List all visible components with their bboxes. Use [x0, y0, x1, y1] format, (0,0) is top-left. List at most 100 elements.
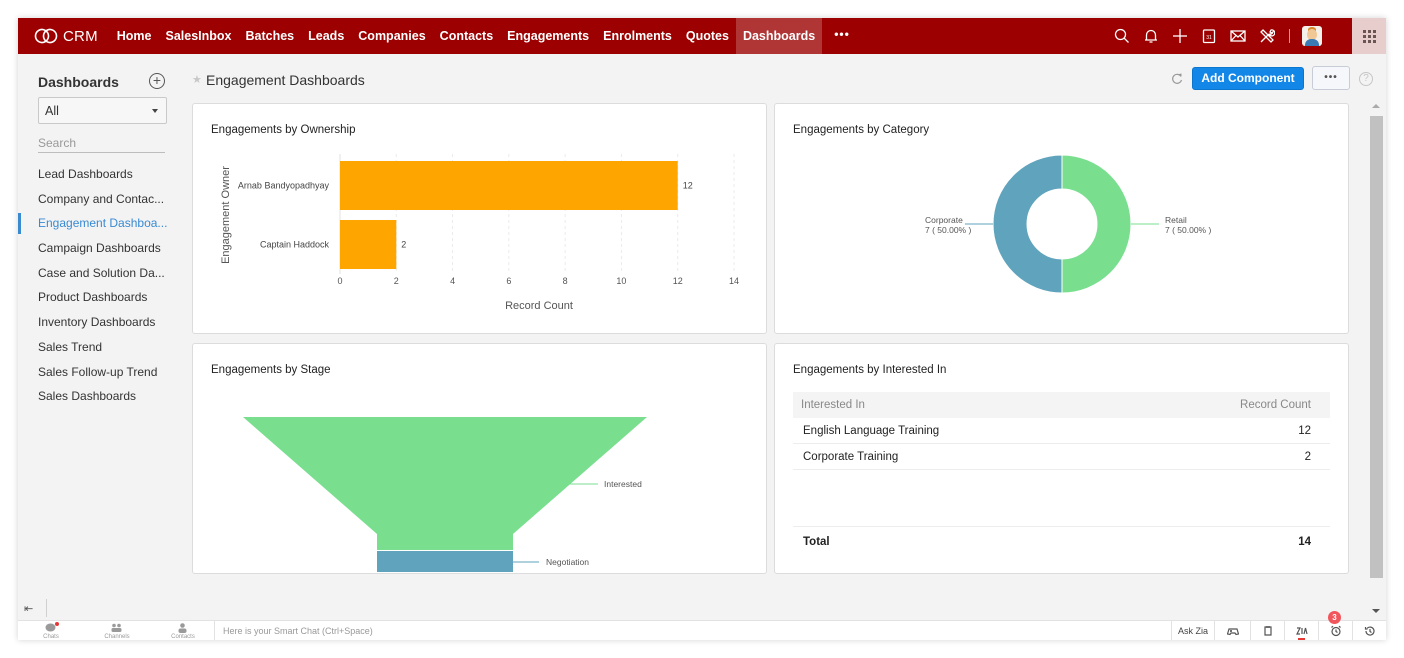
nav-item-quotes[interactable]: Quotes	[679, 18, 736, 54]
nav-item-batches[interactable]: Batches	[239, 18, 302, 54]
zia-button[interactable]	[1284, 621, 1318, 640]
sidebar-item[interactable]: Sales Trend	[18, 335, 178, 360]
tab-label: Channels	[104, 634, 130, 640]
nav-item-salesinbox[interactable]: SalesInbox	[159, 18, 239, 54]
dashboard-search-input[interactable]	[38, 134, 165, 153]
nav-item-dashboards[interactable]: Dashboards	[735, 18, 823, 54]
refresh-icon[interactable]	[1170, 72, 1184, 86]
brand-name: CRM	[63, 27, 98, 45]
sidebar-item[interactable]: Case and Solution Da...	[18, 261, 178, 286]
nav-item-engagements[interactable]: Engagements	[500, 18, 596, 54]
bar[interactable]	[340, 220, 397, 269]
slice-label: Retail	[1165, 215, 1187, 225]
scroll-up-arrow-icon[interactable]	[1372, 104, 1380, 108]
mail-button[interactable]	[1223, 18, 1252, 54]
crm-logo[interactable]: CRM	[18, 18, 110, 54]
note-icon	[1263, 626, 1272, 636]
column-header[interactable]: Interested In	[801, 399, 865, 411]
svg-text:31: 31	[1206, 35, 1212, 41]
divider	[46, 599, 47, 617]
sidebar-item[interactable]: Inventory Dashboards	[18, 310, 178, 335]
nav-item-companies[interactable]: Companies	[351, 18, 432, 54]
sidebar-item[interactable]: Company and Contac...	[18, 187, 178, 212]
tools-icon	[1259, 29, 1275, 43]
add-component-button[interactable]: Add Component	[1192, 67, 1304, 90]
setup-button[interactable]	[1252, 18, 1281, 54]
tab-label: Contacts	[171, 634, 195, 640]
table-row[interactable]: Corporate Training 2	[793, 444, 1330, 470]
cell-record-count: 12	[1298, 424, 1311, 437]
channels-tab[interactable]: Channels	[84, 621, 150, 640]
table-total-row: Total 14	[793, 526, 1330, 552]
nav-item-home[interactable]: Home	[110, 18, 159, 54]
person-icon	[178, 623, 187, 633]
sidebar-item[interactable]: Lead Dashboards	[18, 162, 178, 187]
chats-tab[interactable]: Chats	[18, 621, 84, 640]
more-options-button[interactable]: •••	[1312, 66, 1350, 90]
stage-chart-card: Engagements by Stage Interested Negotiati…	[192, 343, 767, 574]
page-scrollbar[interactable]	[1369, 98, 1383, 618]
crm-window: CRM Home SalesInbox Batches Leads Companies C…	[18, 18, 1386, 640]
bar-value-label: 2	[401, 240, 406, 250]
contacts-tab[interactable]: Contacts	[150, 621, 216, 640]
group-icon	[111, 623, 122, 632]
category-donut-chart: Retail7 ( 50.00% )Corporate7 ( 50.00% )	[925, 154, 1211, 294]
ownership-chart-card: Engagements by Ownership 0 2 4 6 8 10 12 14 Arna…	[192, 103, 767, 334]
calendar-button[interactable]: 31	[1194, 18, 1223, 54]
sidebar-item[interactable]: Campaign Dashboards	[18, 236, 178, 261]
x-tick-label: 6	[506, 276, 511, 286]
add-dashboard-button[interactable]: +	[149, 73, 165, 89]
help-icon[interactable]: ?	[1359, 72, 1373, 86]
sidebar-item[interactable]: Sales Follow-up Trend	[18, 360, 178, 385]
user-avatar[interactable]	[1302, 26, 1322, 46]
bar[interactable]	[340, 161, 678, 210]
scroll-down-arrow-icon[interactable]	[1372, 609, 1380, 613]
x-tick-label: 8	[563, 276, 568, 286]
x-tick-label: 10	[616, 276, 626, 286]
table-row[interactable]: English Language Training 12	[793, 418, 1330, 444]
nav-item-enrolments[interactable]: Enrolments	[596, 18, 679, 54]
gamepad-icon	[1226, 628, 1239, 636]
donut-slice[interactable]	[1061, 154, 1132, 294]
favorite-star-icon[interactable]: ★	[192, 73, 202, 86]
y-category-label: Captain Haddock	[260, 240, 330, 250]
plus-icon	[1172, 29, 1187, 43]
zia-indicator	[1298, 638, 1305, 640]
total-value: 14	[1298, 535, 1311, 548]
sidebar-title: Dashboards	[38, 74, 119, 90]
cell-interested-in: Corporate Training	[803, 450, 899, 463]
create-button[interactable]	[1165, 18, 1194, 54]
x-axis-title: Record Count	[505, 300, 573, 312]
sidebar-item[interactable]: Engagement Dashboa...	[18, 211, 178, 236]
collapse-sidebar-icon[interactable]: ⇤	[24, 602, 33, 615]
history-button[interactable]	[1352, 621, 1386, 640]
sidebar-item[interactable]: Sales Dashboards	[18, 384, 178, 409]
nav-more-button[interactable]: •••	[822, 18, 862, 54]
x-tick-label: 14	[729, 276, 739, 286]
chart-title: Engagements by Interested In	[793, 364, 947, 376]
column-header[interactable]: Record Count	[1240, 399, 1311, 411]
dashboard-list: Lead Dashboards Company and Contac... Enga…	[18, 162, 178, 409]
nav-item-leads[interactable]: Leads	[301, 18, 351, 54]
stage-funnel-chart: Interested Negotiation	[243, 417, 647, 572]
games-button[interactable]	[1214, 621, 1250, 640]
apps-menu-button[interactable]	[1352, 18, 1386, 54]
smart-chat-input[interactable]: Here is your Smart Chat (Ctrl+Space)	[214, 621, 1162, 640]
plus-circle-icon: +	[152, 72, 162, 88]
donut-slice[interactable]	[992, 154, 1063, 294]
slice-value-label: 7 ( 50.00% )	[925, 225, 971, 235]
scroll-thumb[interactable]	[1370, 116, 1383, 578]
sidebar-item[interactable]: Product Dashboards	[18, 285, 178, 310]
funnel-stage[interactable]	[377, 551, 513, 572]
reminders-button[interactable]: 3	[1318, 611, 1352, 640]
notifications-button[interactable]	[1136, 18, 1165, 54]
stage-label: Negotiation	[546, 557, 589, 567]
dashboard-filter-select[interactable]: All	[38, 97, 167, 124]
notes-button[interactable]	[1250, 621, 1284, 640]
slice-value-label: 7 ( 50.00% )	[1165, 225, 1211, 235]
alarm-clock-icon	[1330, 625, 1341, 637]
nav-item-contacts[interactable]: Contacts	[433, 18, 500, 54]
ask-zia-button[interactable]: Ask Zia	[1171, 621, 1214, 640]
x-tick-label: 0	[337, 276, 342, 286]
search-button[interactable]	[1107, 18, 1136, 54]
